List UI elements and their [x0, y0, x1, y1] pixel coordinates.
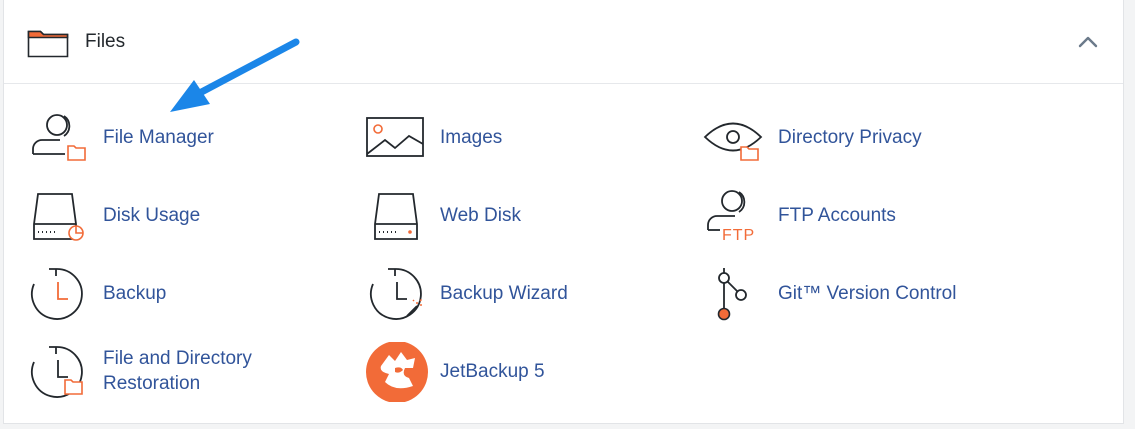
- directory-privacy-icon: [703, 122, 763, 161]
- files-panel: Files File Manager Images Directory Priv: [3, 0, 1124, 424]
- item-label: Git™ Version Control: [778, 283, 957, 304]
- chevron-up-icon[interactable]: [1077, 34, 1099, 50]
- item-label: Backup Wizard: [440, 283, 568, 304]
- web-disk-icon: [374, 193, 418, 240]
- svg-text:FTP: FTP: [722, 227, 755, 244]
- item-label: Disk Usage: [103, 205, 201, 226]
- item-label: File and Directory Restoration: [103, 348, 252, 394]
- backup-icon: [31, 268, 83, 320]
- item-label: File Manager: [103, 127, 214, 148]
- git-icon: [717, 268, 747, 321]
- web-disk-link[interactable]: Web Disk: [365, 186, 665, 246]
- jetbackup-icon: [366, 342, 428, 402]
- folder-icon: [27, 30, 69, 58]
- item-label: Web Disk: [440, 205, 521, 226]
- directory-privacy-link[interactable]: Directory Privacy: [703, 108, 1033, 168]
- ftp-accounts-icon: FTP: [707, 190, 755, 244]
- backup-link[interactable]: Backup: [28, 264, 328, 324]
- file-manager-icon: [32, 114, 86, 161]
- item-label: Images: [440, 127, 503, 148]
- item-label: Directory Privacy: [778, 127, 922, 148]
- images-link[interactable]: Images: [365, 108, 665, 168]
- item-label: Backup: [103, 283, 167, 304]
- section-title: Files: [85, 31, 126, 52]
- panel-header[interactable]: Files: [4, 0, 1123, 84]
- images-icon: [366, 117, 424, 157]
- disk-usage-icon: [33, 193, 84, 241]
- git-version-control-link[interactable]: Git™ Version Control: [703, 264, 1033, 324]
- backup-wizard-icon: [370, 268, 423, 320]
- ftp-accounts-link[interactable]: FTP FTP Accounts: [703, 186, 1033, 246]
- disk-usage-link[interactable]: Disk Usage: [28, 186, 328, 246]
- backup-wizard-link[interactable]: Backup Wizard: [365, 264, 665, 324]
- file-directory-restoration-link[interactable]: File and Directory Restoration: [28, 342, 328, 402]
- file-manager-link[interactable]: File Manager: [28, 108, 328, 168]
- item-label: FTP Accounts: [778, 205, 896, 226]
- item-label: JetBackup 5: [440, 361, 545, 382]
- jetbackup-link[interactable]: JetBackup 5: [365, 342, 665, 402]
- restoration-icon: [31, 346, 83, 398]
